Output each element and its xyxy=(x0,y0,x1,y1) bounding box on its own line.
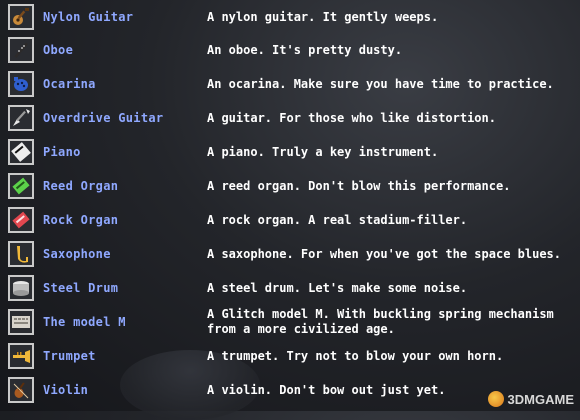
watermark: 3DMGAME xyxy=(487,391,574,407)
rock-organ-icon xyxy=(8,207,34,233)
list-item[interactable]: Saxophone A saxophone. For when you've g… xyxy=(0,237,580,271)
trumpet-icon xyxy=(8,343,34,369)
reed-organ-icon xyxy=(8,173,34,199)
list-item[interactable]: Reed Organ A reed organ. Don't blow this… xyxy=(0,169,580,203)
item-name: Ocarina xyxy=(43,77,96,91)
item-description: A guitar. For those who like distortion. xyxy=(207,110,496,125)
item-description: An ocarina. Make sure you have time to p… xyxy=(207,76,554,91)
item-name: Trumpet xyxy=(43,349,96,363)
list-item[interactable]: Ocarina An ocarina. Make sure you have t… xyxy=(0,67,580,101)
item-name: Steel Drum xyxy=(43,281,119,295)
item-name: The model M xyxy=(43,315,126,329)
list-item[interactable]: The model M A Glitch model M. With buckl… xyxy=(0,305,580,339)
item-name: Nylon Guitar xyxy=(43,10,134,24)
item-name: Saxophone xyxy=(43,247,111,261)
list-item[interactable]: Steel Drum A steel drum. Let's make some… xyxy=(0,271,580,305)
item-description: A nylon guitar. It gently weeps. xyxy=(207,9,439,24)
piano-icon xyxy=(8,139,34,165)
list-item[interactable]: Overdrive Guitar A guitar. For those who… xyxy=(0,101,580,135)
ocarina-icon xyxy=(8,71,34,97)
list-item[interactable]: Trumpet A trumpet. Try not to blow your … xyxy=(0,339,580,373)
item-name: Reed Organ xyxy=(43,179,119,193)
list-item[interactable]: Nylon Guitar A nylon guitar. It gently w… xyxy=(0,0,580,34)
item-description: A trumpet. Try not to blow your own horn… xyxy=(207,348,504,363)
item-name: Violin xyxy=(43,383,89,397)
steel-drum-icon xyxy=(8,275,34,301)
saxophone-icon xyxy=(8,241,34,267)
guitar-icon xyxy=(8,4,34,30)
item-description: A reed organ. Don't blow this performanc… xyxy=(207,178,511,193)
list-item[interactable]: Piano A piano. Truly a key instrument. xyxy=(0,135,580,169)
watermark-logo-icon xyxy=(487,391,504,407)
item-description: A piano. Truly a key instrument. xyxy=(207,144,439,159)
electric-guitar-icon xyxy=(8,105,34,131)
list-item[interactable]: Rock Organ A rock organ. A real stadium-… xyxy=(0,203,580,237)
item-name: Oboe xyxy=(43,43,74,57)
item-description: A Glitch model M. With buckling spring m… xyxy=(207,307,554,336)
item-name: Overdrive Guitar xyxy=(43,111,164,125)
item-description: An oboe. It's pretty dusty. xyxy=(207,42,403,57)
item-description: A steel drum. Let's make some noise. xyxy=(207,280,468,295)
list-item[interactable]: Oboe An oboe. It's pretty dusty. xyxy=(0,33,580,67)
watermark-text: 3DMGAME xyxy=(507,391,574,407)
item-name: Rock Organ xyxy=(43,213,119,227)
violin-icon xyxy=(8,377,34,403)
item-name: Piano xyxy=(43,145,81,159)
item-description: A rock organ. A real stadium-filler. xyxy=(207,212,468,227)
oboe-icon xyxy=(8,37,34,63)
keyboard-icon xyxy=(8,309,34,335)
item-description: A saxophone. For when you've got the spa… xyxy=(207,246,562,261)
